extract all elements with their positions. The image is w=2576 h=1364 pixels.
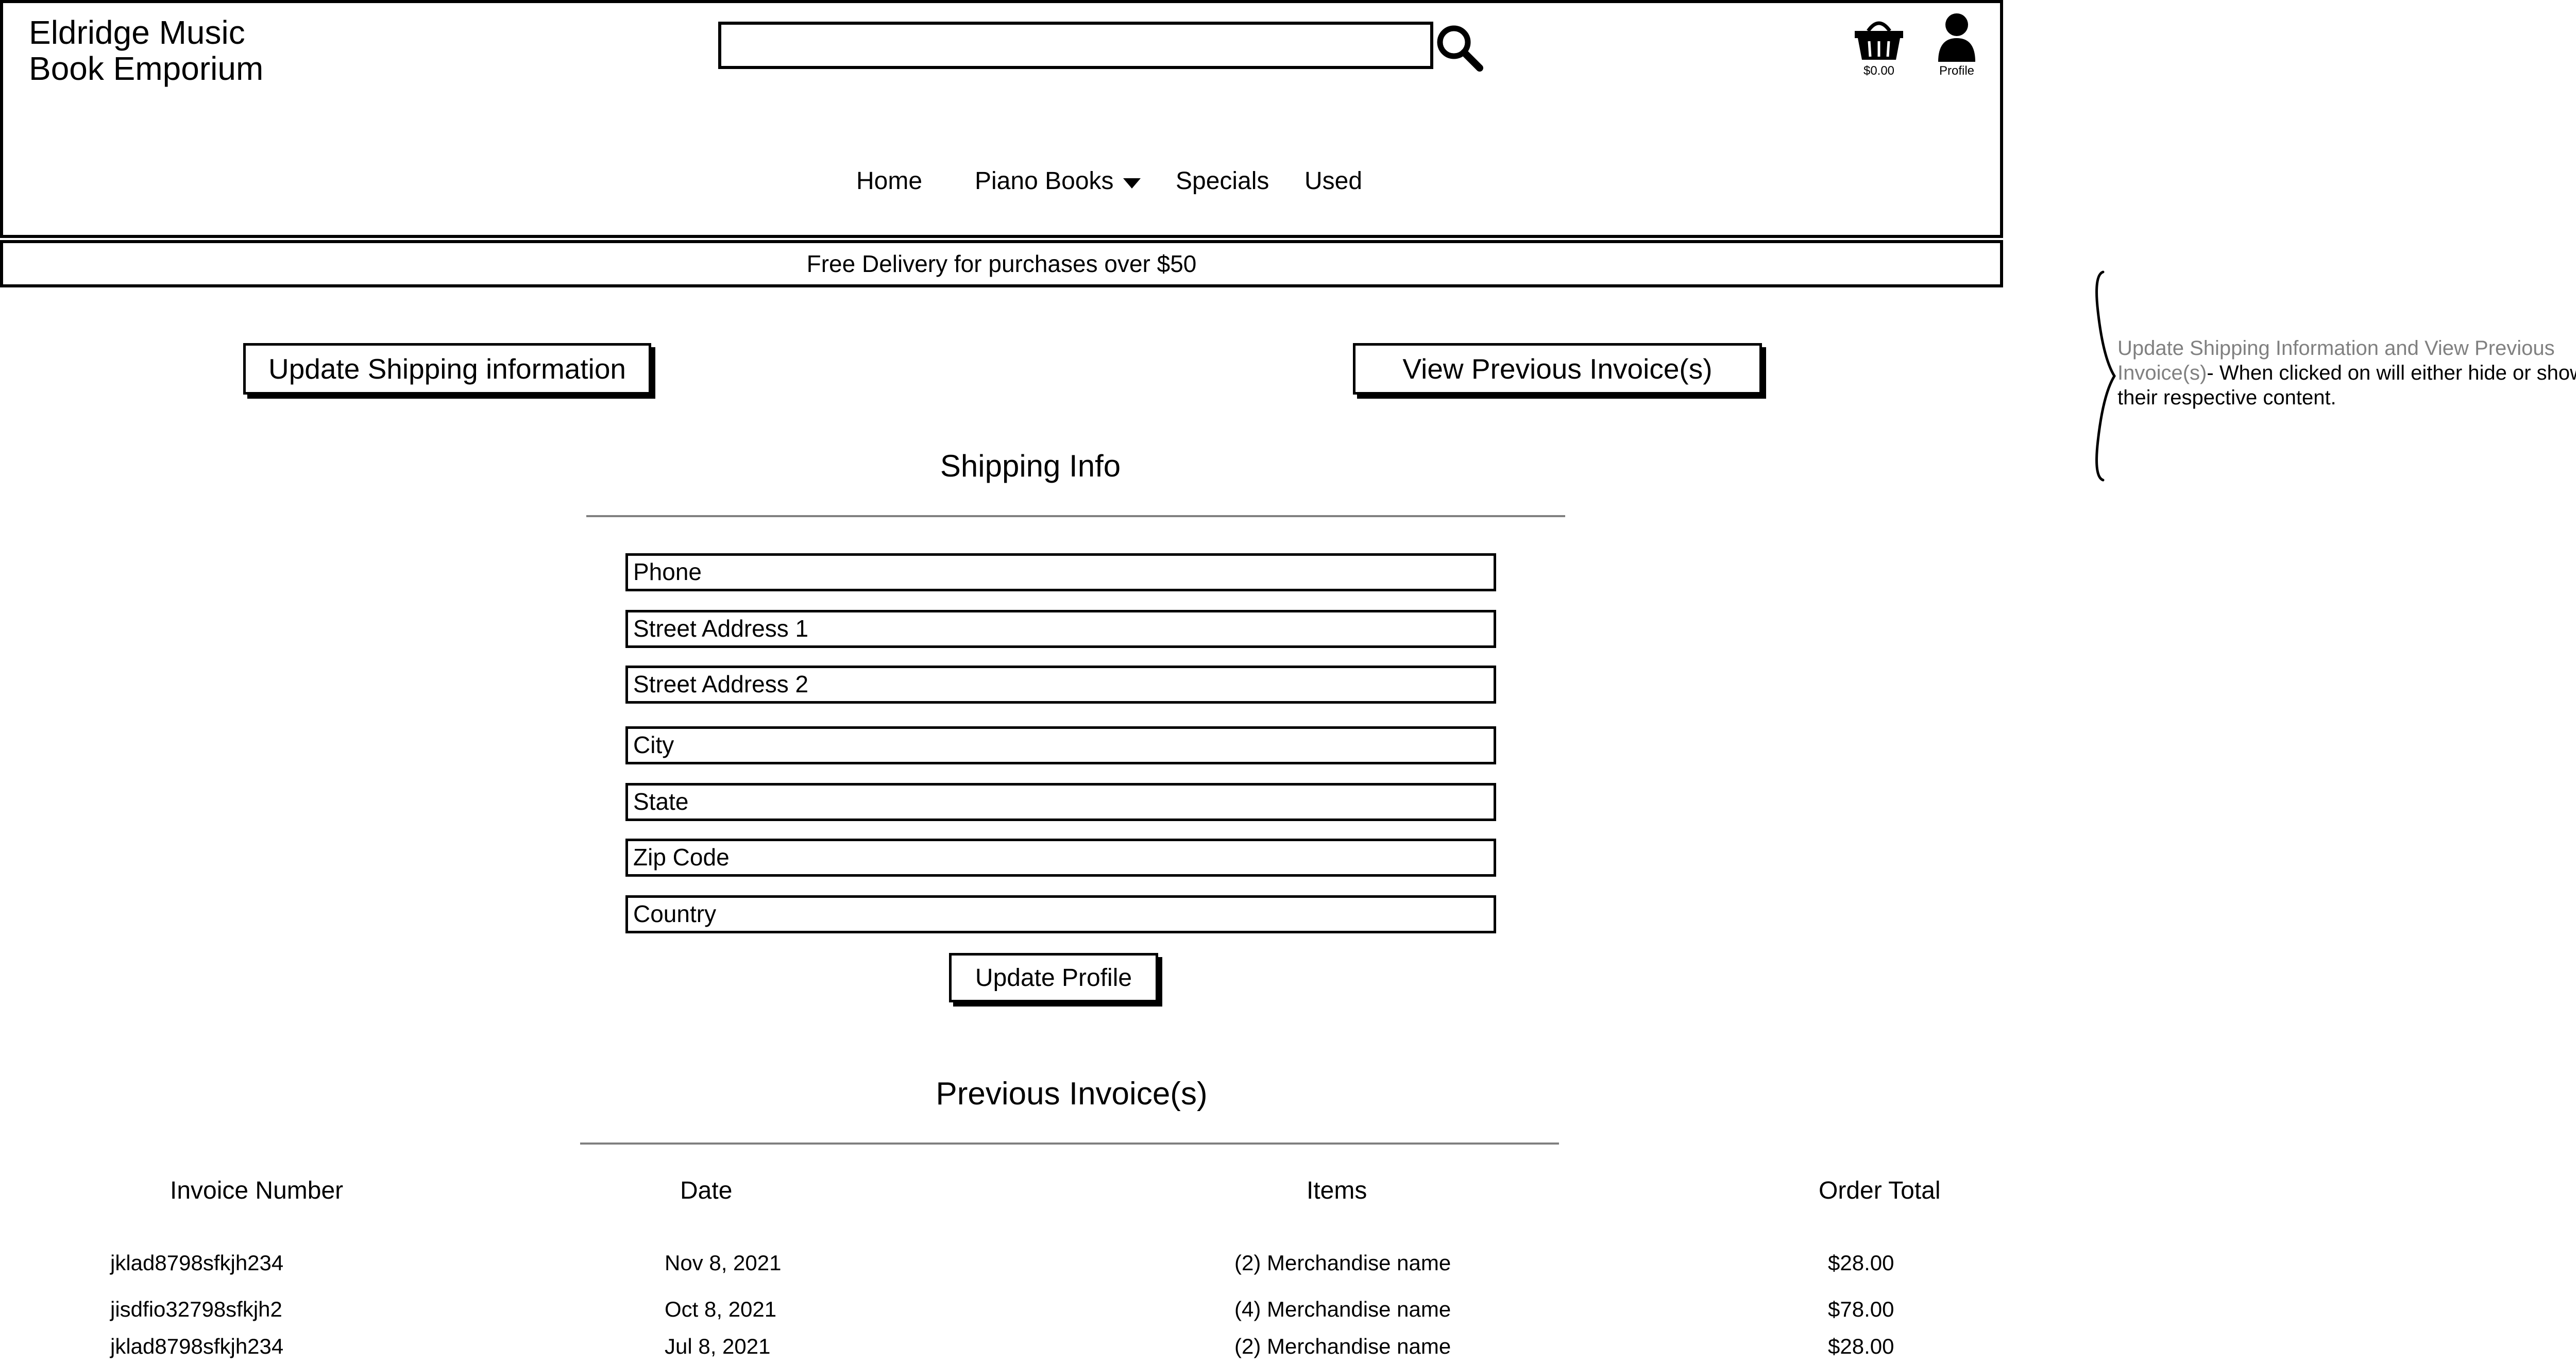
curly-brace-icon xyxy=(2092,270,2121,482)
invoice-date: Nov 8, 2021 xyxy=(665,1251,782,1275)
view-invoices-button[interactable]: View Previous Invoice(s) xyxy=(1353,343,1762,395)
site-logo[interactable]: Eldridge Music Book Emporium xyxy=(29,14,263,87)
country-field[interactable]: Country xyxy=(625,895,1496,933)
nav-piano-books[interactable]: Piano Books xyxy=(975,167,1114,195)
invoice-date: Jul 8, 2021 xyxy=(665,1334,771,1358)
invoice-items: (4) Merchandise name xyxy=(1234,1297,1451,1321)
city-field[interactable]: City xyxy=(625,726,1496,764)
caret-down-icon[interactable] xyxy=(1123,178,1141,190)
invoice-number[interactable]: jklad8798sfkjh234 xyxy=(110,1334,283,1359)
promo-banner-text: Free Delivery for purchases over $50 xyxy=(806,250,1197,277)
annotation-note: Update Shipping Information and View Pre… xyxy=(2117,336,2576,410)
invoice-number[interactable]: jisdfio32798sfkjh2 xyxy=(110,1297,282,1322)
nav-home[interactable]: Home xyxy=(856,167,922,195)
nav-used[interactable]: Used xyxy=(1304,167,1362,195)
invoice-total: $28.00 xyxy=(1828,1251,1894,1275)
column-header-items: Items xyxy=(1307,1177,1367,1204)
update-profile-button[interactable]: Update Profile xyxy=(949,953,1158,1002)
column-header-invoice-number: Invoice Number xyxy=(170,1177,344,1204)
search-input[interactable] xyxy=(718,22,1433,69)
invoice-total: $78.00 xyxy=(1828,1297,1894,1321)
invoice-total: $28.00 xyxy=(1828,1334,1894,1358)
search-icon[interactable] xyxy=(1433,22,1485,73)
shipping-info-heading: Shipping Info xyxy=(940,449,1121,483)
invoice-items: (2) Merchandise name xyxy=(1234,1251,1451,1275)
nav-specials[interactable]: Specials xyxy=(1176,167,1269,195)
zip-code-field[interactable]: Zip Code xyxy=(625,839,1496,877)
profile-label: Profile xyxy=(1939,64,1975,78)
brand-line-2: Book Emporium xyxy=(29,50,264,87)
street-address-2-field[interactable]: Street Address 2 xyxy=(625,666,1496,704)
promo-banner: Free Delivery for purchases over $50 xyxy=(0,240,2003,287)
previous-invoices-heading: Previous Invoice(s) xyxy=(936,1076,1208,1112)
divider xyxy=(580,1143,1559,1145)
invoice-number[interactable]: jklad8798sfkjh234 xyxy=(110,1251,283,1275)
divider xyxy=(586,515,1565,517)
update-shipping-button[interactable]: Update Shipping information xyxy=(243,343,651,395)
state-field[interactable]: State xyxy=(625,783,1496,821)
basket-icon[interactable] xyxy=(1854,14,1904,61)
invoice-items: (2) Merchandise name xyxy=(1234,1334,1451,1358)
user-icon[interactable] xyxy=(1936,11,1977,63)
phone-field[interactable]: Phone xyxy=(625,553,1496,591)
brand-line-1: Eldridge Music xyxy=(29,14,245,51)
cart-total: $0.00 xyxy=(1863,64,1895,78)
column-header-date: Date xyxy=(680,1177,733,1204)
street-address-1-field[interactable]: Street Address 1 xyxy=(625,610,1496,648)
column-header-order-total: Order Total xyxy=(1819,1177,1941,1204)
invoice-date: Oct 8, 2021 xyxy=(665,1297,777,1321)
